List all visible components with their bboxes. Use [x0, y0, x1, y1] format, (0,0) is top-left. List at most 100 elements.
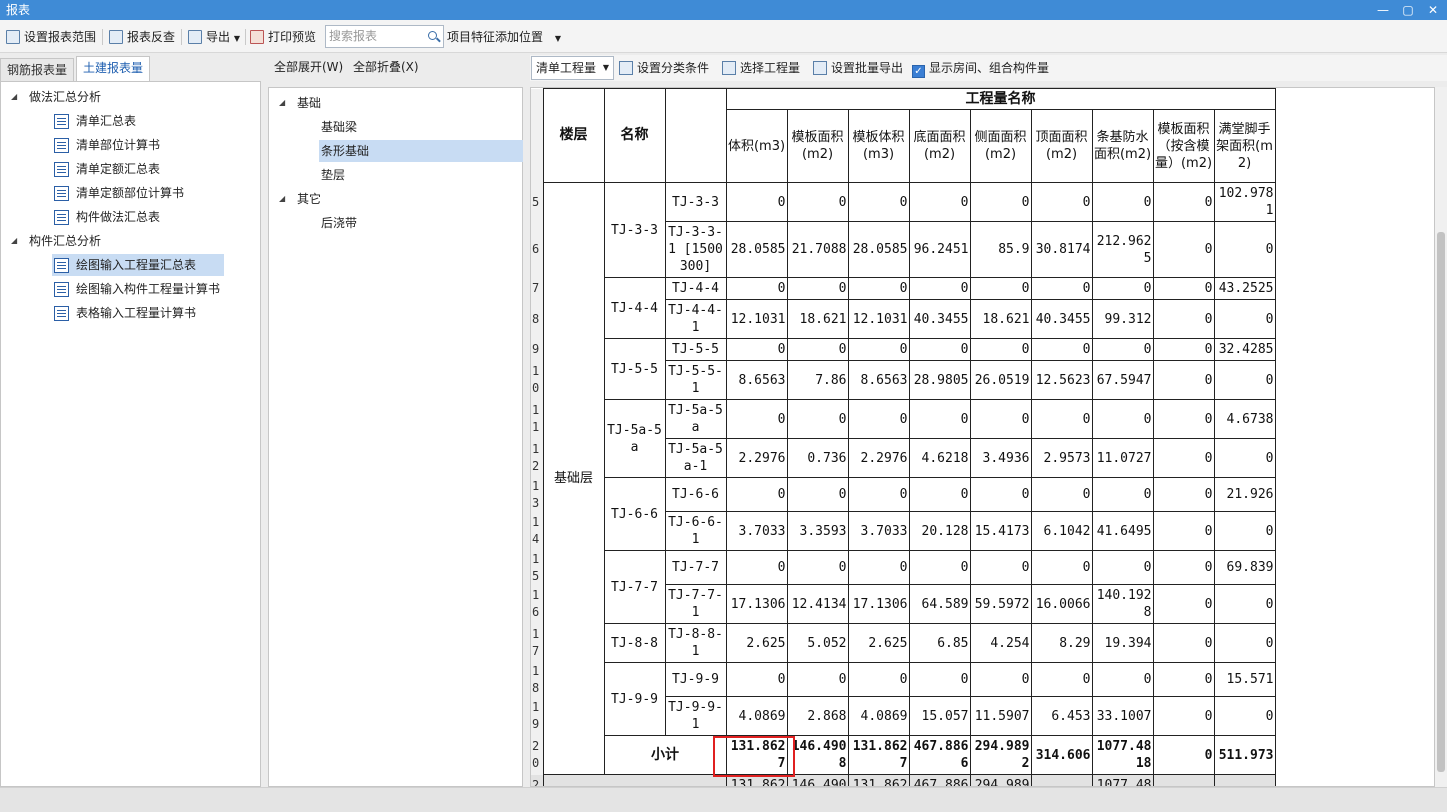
quantity-cell[interactable]: 30.8174 — [1030, 221, 1093, 278]
quantity-cell[interactable]: 0 — [908, 550, 971, 585]
quantity-cell[interactable]: 0 — [725, 277, 788, 300]
component-name-cell[interactable]: TJ-5-5 — [603, 338, 666, 400]
quantity-cell[interactable]: 6.453 — [1030, 696, 1093, 736]
scrollbar-thumb[interactable] — [1437, 232, 1445, 772]
quantity-cell[interactable]: 21.7088 — [786, 221, 849, 278]
quantity-cell[interactable]: 2.9573 — [1030, 438, 1093, 478]
quantity-cell[interactable]: 33.1007 — [1091, 696, 1154, 736]
component-subname-cell[interactable]: TJ-6-6-1 — [664, 511, 727, 551]
quantity-cell[interactable]: 3.3593 — [786, 511, 849, 551]
quantity-cell[interactable]: 0 — [847, 662, 910, 697]
quantity-cell[interactable]: 0 — [1030, 277, 1093, 300]
tree-item-strip-foundation[interactable]: 条形基础 — [319, 140, 523, 162]
quantity-cell[interactable]: 0 — [847, 550, 910, 585]
quantity-cell[interactable]: 3.7033 — [725, 511, 788, 551]
quantity-cell[interactable]: 41.6495 — [1091, 511, 1154, 551]
quantity-cell[interactable]: 0 — [908, 399, 971, 439]
tree-item-drawing-quantity-summary[interactable]: 绘图输入工程量汇总表 — [52, 254, 224, 276]
component-subname-cell[interactable]: TJ-7-7-1 — [664, 584, 727, 624]
quantity-cell[interactable]: 15.571 — [1213, 662, 1276, 697]
quantity-cell[interactable]: 0 — [786, 338, 849, 361]
quantity-cell[interactable]: 0 — [847, 477, 910, 512]
quantity-cell[interactable]: 12.1031 — [725, 299, 788, 339]
quantity-cell[interactable]: 8.6563 — [847, 360, 910, 400]
quantity-cell[interactable]: 0 — [786, 550, 849, 585]
quantity-cell[interactable]: 0 — [1091, 338, 1154, 361]
quantity-cell[interactable]: 0 — [1213, 299, 1276, 339]
component-subname-cell[interactable]: TJ-4-4 — [664, 277, 727, 300]
quantity-cell[interactable]: 0 — [1152, 338, 1215, 361]
component-subname-cell[interactable]: TJ-5a-5a-1 — [664, 438, 727, 478]
quantity-cell[interactable]: 67.5947 — [1091, 360, 1154, 400]
quantity-cell[interactable]: 28.0585 — [847, 221, 910, 278]
collapse-arrow-icon[interactable]: ◢ — [11, 236, 17, 245]
quantity-cell[interactable]: 0 — [786, 662, 849, 697]
quantity-cell[interactable]: 4.0869 — [725, 696, 788, 736]
quantity-cell[interactable]: 0 — [786, 277, 849, 300]
quantity-cell[interactable]: 18.621 — [969, 299, 1032, 339]
quantity-cell[interactable]: 0 — [969, 277, 1032, 300]
quantity-cell[interactable]: 0 — [969, 338, 1032, 361]
quantity-cell[interactable]: 0.736 — [786, 438, 849, 478]
quantity-cell[interactable]: 4.6218 — [908, 438, 971, 478]
tree-group-method-summary[interactable]: 做法汇总分析 — [29, 86, 105, 108]
quantity-cell[interactable]: 0 — [1213, 221, 1276, 278]
search-icon[interactable] — [428, 31, 437, 40]
component-subname-cell[interactable]: TJ-6-6 — [664, 477, 727, 512]
print-preview-button[interactable]: 打印预览 — [250, 26, 316, 48]
component-subname-cell[interactable]: TJ-3-3 — [664, 182, 727, 222]
quantity-cell[interactable]: 96.2451 — [908, 221, 971, 278]
total-cell[interactable]: 294.9892 — [969, 774, 1032, 786]
quantity-cell[interactable]: 0 — [908, 277, 971, 300]
component-name-cell[interactable]: TJ-6-6 — [603, 477, 666, 551]
quantity-cell[interactable]: 28.9805 — [908, 360, 971, 400]
component-subname-cell[interactable]: TJ-5a-5a — [664, 399, 727, 439]
quantity-cell[interactable]: 69.839 — [1213, 550, 1276, 585]
quantity-cell[interactable]: 0 — [1152, 399, 1215, 439]
quantity-cell[interactable]: 28.0585 — [725, 221, 788, 278]
tree-item-post-pour-strip[interactable]: 后浇带 — [321, 212, 361, 234]
quantity-mode-select[interactable]: 清单工程量 ▼ — [531, 56, 614, 80]
quantity-cell[interactable]: 102.9781 — [1213, 182, 1276, 222]
quantity-cell[interactable]: 0 — [1091, 277, 1154, 300]
tree-item-list-quota-part-calc[interactable]: 清单定额部位计算书 — [54, 182, 188, 204]
quantity-cell[interactable]: 0 — [1152, 277, 1215, 300]
quantity-cell[interactable]: 11.0727 — [1091, 438, 1154, 478]
total-cell[interactable]: 1077.4818 — [1091, 774, 1154, 786]
component-subname-cell[interactable]: TJ-3-3-1 [1500 300] — [664, 221, 727, 278]
component-name-cell[interactable]: TJ-7-7 — [603, 550, 666, 624]
quantity-cell[interactable]: 0 — [1152, 662, 1215, 697]
export-button[interactable]: 导出 ▼ — [188, 26, 240, 48]
tree-item-drawing-component-calc[interactable]: 绘图输入构件工程量计算书 — [54, 278, 224, 300]
quantity-cell[interactable]: 0 — [908, 662, 971, 697]
component-subname-cell[interactable]: TJ-5-5 — [664, 338, 727, 361]
quantity-cell[interactable]: 0 — [1091, 550, 1154, 585]
quantity-cell[interactable]: 99.312 — [1091, 299, 1154, 339]
tab-civil-report[interactable]: 土建报表量 — [76, 56, 151, 81]
quantity-cell[interactable]: 85.9 — [969, 221, 1032, 278]
quantity-cell[interactable]: 18.621 — [786, 299, 849, 339]
component-subname-cell[interactable]: TJ-7-7 — [664, 550, 727, 585]
quantity-cell[interactable]: 64.589 — [908, 584, 971, 624]
tree-group-component-summary[interactable]: 构件汇总分析 — [29, 230, 105, 252]
quantity-cell[interactable]: 0 — [1152, 584, 1215, 624]
component-subname-cell[interactable]: TJ-5-5-1 — [664, 360, 727, 400]
quantity-cell[interactable]: 11.5907 — [969, 696, 1032, 736]
tree-item-table-input-calc[interactable]: 表格输入工程量计算书 — [54, 302, 200, 324]
quantity-cell[interactable]: 0 — [786, 399, 849, 439]
component-name-cell[interactable]: TJ-5a-5a — [603, 399, 666, 478]
subtotal-cell[interactable]: 467.8866 — [908, 735, 971, 775]
quantity-cell[interactable]: 0 — [969, 550, 1032, 585]
quantity-cell[interactable]: 6.85 — [908, 623, 971, 663]
quantity-cell[interactable]: 0 — [969, 662, 1032, 697]
expand-all-button[interactable]: 全部展开(W) — [274, 55, 343, 79]
quantity-cell[interactable]: 0 — [1091, 399, 1154, 439]
quantity-cell[interactable]: 140.1928 — [1091, 584, 1154, 624]
quantity-cell[interactable]: 2.868 — [786, 696, 849, 736]
subtotal-cell[interactable]: 0 — [1152, 735, 1215, 775]
quantity-cell[interactable]: 3.7033 — [847, 511, 910, 551]
tree-item-list-part-calc[interactable]: 清单部位计算书 — [54, 134, 164, 156]
select-quantity-button[interactable]: 选择工程量 — [722, 57, 800, 79]
quantity-cell[interactable]: 0 — [847, 277, 910, 300]
quantity-cell[interactable]: 0 — [1030, 662, 1093, 697]
